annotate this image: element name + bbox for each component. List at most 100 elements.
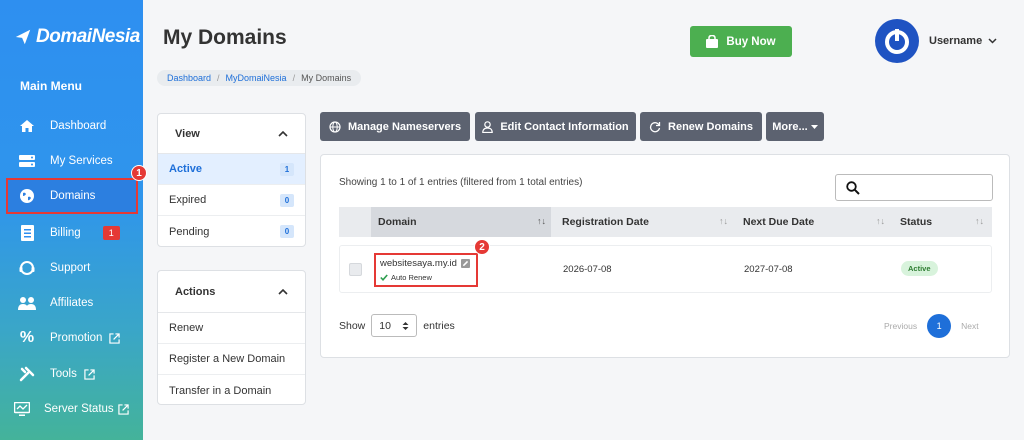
pagination-previous[interactable]: Previous [884, 321, 917, 331]
show-label: Show [339, 319, 366, 332]
actions-panel-title: Actions [175, 285, 216, 298]
sort-icon: ↑↓ [719, 216, 728, 226]
server-icon [17, 151, 37, 171]
users-icon [17, 293, 37, 313]
avatar[interactable] [875, 19, 919, 63]
breadcrumb-dashboard[interactable]: Dashboard [167, 73, 211, 83]
more-dropdown-button[interactable]: More... [766, 112, 824, 141]
chevron-down-icon [988, 38, 997, 44]
sidebar-item-label: Promotion [50, 332, 103, 344]
pagination-next[interactable]: Next [961, 321, 978, 331]
chevron-up-icon [278, 288, 288, 295]
search-icon [846, 180, 860, 195]
view-panel-header[interactable]: View [158, 114, 305, 154]
view-filter-active[interactable]: Active 1 [158, 154, 305, 185]
column-status[interactable]: Status ↑↓ [900, 207, 990, 237]
manage-nameservers-button[interactable]: Manage Nameservers [320, 112, 470, 141]
view-filter-label: Pending [169, 225, 210, 238]
breadcrumb-mydomainesia[interactable]: MyDomaiNesia [226, 73, 287, 83]
more-label: More... [772, 120, 808, 133]
avatar-logo-icon [885, 29, 909, 54]
table-header: Domain ↑↓ Registration Date ↑↓ Next Due … [339, 207, 992, 237]
sidebar-item-server-status[interactable]: Server Status [0, 393, 143, 425]
next-due-date: 2027-07-08 [744, 264, 793, 275]
actions-panel-header[interactable]: Actions [158, 271, 305, 313]
column-domain[interactable]: Domain ↑↓ [371, 207, 551, 237]
column-next-due-date[interactable]: Next Due Date ↑↓ [743, 207, 888, 237]
buy-now-label: Buy Now [726, 35, 776, 48]
sidebar-item-label: Server Status [44, 403, 114, 415]
sidebar-item-domains[interactable]: Domains [6, 178, 138, 214]
domains-table-card: Showing 1 to 1 of 1 entries (filtered fr… [320, 154, 1010, 358]
sidebar: DomaiNesia Main Menu Dashboard My Servic… [0, 0, 147, 440]
entries-label: entries [423, 319, 455, 332]
column-label: Domain [378, 216, 417, 228]
invoice-icon [17, 223, 37, 243]
renew-domains-label: Renew Domains [668, 120, 753, 133]
tools-icon [17, 364, 37, 384]
external-link-icon [117, 403, 129, 415]
brand-logo-icon [15, 29, 31, 45]
view-filter-count: 0 [280, 193, 294, 207]
step-marker: 2 [474, 239, 490, 255]
table-row[interactable]: websitesaya.my.id Auto Renew 2026-07-08 … [339, 245, 992, 293]
sidebar-item-label: Support [50, 262, 91, 274]
sidebar-item-support[interactable]: Support [8, 252, 136, 284]
action-transfer-domain[interactable]: Transfer in a Domain [158, 375, 305, 404]
external-link-icon [84, 368, 95, 380]
action-renew[interactable]: Renew [158, 313, 305, 344]
pagination: Previous 1 Next [884, 314, 979, 338]
view-filter-expired[interactable]: Expired 0 [158, 185, 305, 216]
select-arrows-icon [402, 321, 409, 330]
registration-date: 2026-07-08 [563, 264, 612, 275]
domain-name[interactable]: websitesaya.my.id [380, 258, 457, 269]
page-size-control: Show 10 entries [339, 314, 455, 337]
sidebar-item-label: Billing [50, 227, 81, 239]
sidebar-item-my-services[interactable]: My Services [8, 145, 136, 177]
view-filter-label: Expired [169, 194, 207, 206]
edit-icon[interactable] [460, 259, 470, 268]
sidebar-item-dashboard[interactable]: Dashboard [8, 110, 136, 142]
status-badge: Active [901, 261, 938, 276]
row-checkbox[interactable] [349, 263, 362, 276]
edit-contact-button[interactable]: Edit Contact Information [475, 112, 636, 141]
breadcrumb-current: My Domains [301, 73, 352, 83]
domain-cell[interactable]: websitesaya.my.id Auto Renew [374, 253, 478, 287]
sidebar-item-label: My Services [50, 155, 113, 167]
breadcrumb-separator: / [292, 73, 296, 83]
breadcrumb-separator: / [217, 73, 220, 83]
buy-now-button[interactable]: Buy Now [690, 26, 792, 57]
external-link-icon [109, 332, 121, 344]
view-filter-count: 1 [280, 162, 294, 176]
page-size-value: 10 [379, 319, 391, 332]
user-icon [482, 120, 494, 133]
sidebar-item-billing[interactable]: Billing 1 [8, 217, 136, 249]
home-icon [17, 116, 37, 136]
sidebar-item-label: Tools [50, 368, 77, 380]
brand-logo[interactable]: DomaiNesia [14, 26, 140, 48]
support-icon [17, 258, 37, 278]
sidebar-item-promotion[interactable]: % Promotion [8, 322, 136, 354]
chevron-up-icon [278, 130, 288, 137]
shopping-bag-icon [706, 35, 719, 48]
user-menu[interactable]: Username [929, 35, 997, 47]
sidebar-item-affiliates[interactable]: Affiliates [8, 287, 136, 319]
edit-contact-label: Edit Contact Information [500, 120, 629, 133]
view-panel: View Active 1 Expired 0 Pending 0 [157, 113, 306, 247]
sidebar-item-label: Dashboard [50, 120, 107, 132]
sidebar-item-tools[interactable]: Tools [8, 358, 136, 390]
main-menu-title: Main Menu [20, 79, 82, 93]
column-registration-date[interactable]: Registration Date ↑↓ [562, 207, 732, 237]
column-label: Next Due Date [743, 216, 815, 228]
sort-icon: ↑↓ [876, 216, 885, 226]
renew-domains-button[interactable]: Renew Domains [640, 112, 762, 141]
page-size-select[interactable]: 10 [371, 314, 418, 337]
view-filter-pending[interactable]: Pending 0 [158, 216, 305, 246]
action-register-domain[interactable]: Register a New Domain [158, 344, 305, 375]
search-input[interactable] [835, 174, 993, 201]
pagination-page[interactable]: 1 [927, 314, 952, 338]
column-label: Registration Date [562, 216, 649, 228]
percent-icon: % [19, 329, 35, 346]
sort-icon: ↑↓ [975, 216, 984, 226]
caret-down-icon [810, 124, 818, 129]
